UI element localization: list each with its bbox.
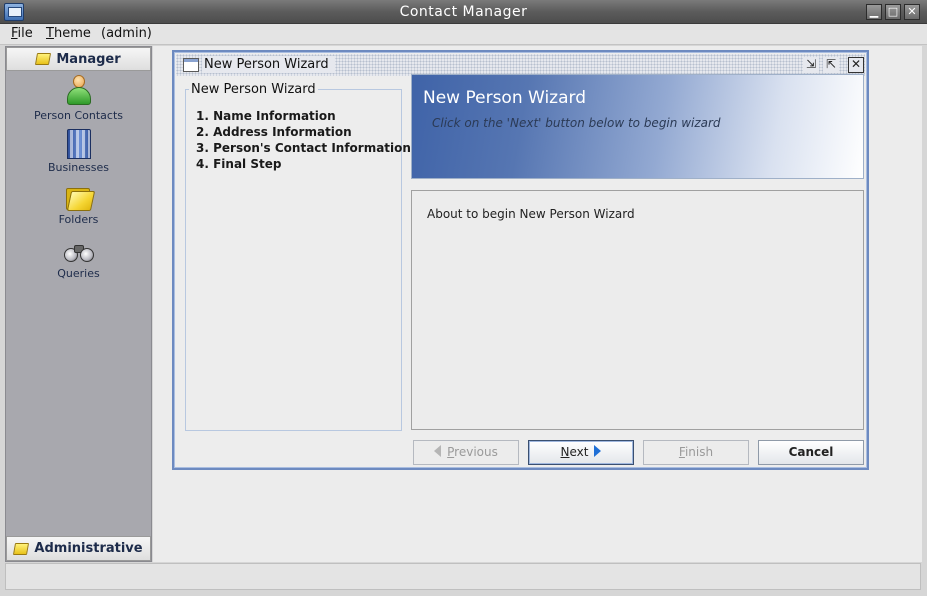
finish-button[interactable]: Finish [643,440,749,465]
wizard-step: 4. Final Step [196,157,282,171]
sidebar-footer-label: Administrative [34,541,143,556]
menu-theme-label: heme [53,26,91,41]
window-titlebar[interactable]: Contact Manager ▁ □ ✕ [0,0,927,24]
next-button[interactable]: Next [528,440,634,465]
menu-user[interactable]: (admin) [101,26,152,41]
menu-bar: File Theme (admin) [0,24,927,45]
window-title: Contact Manager [399,4,528,20]
minimize-icon[interactable]: ⇲ [803,57,819,73]
window-icon [183,58,199,72]
minimize-button[interactable]: ▁ [866,4,882,20]
previous-label: revious [454,445,498,459]
sidebar: Manager Person Contacts Businesses Folde… [5,46,152,562]
finish-label: inish [684,445,714,459]
wizard-step: 2. Address Information [196,125,352,139]
internal-frame-titlebar[interactable]: New Person Wizard ⇲ ⇱ ✕ [176,54,865,76]
close-icon[interactable]: ✕ [848,57,864,73]
sidebar-item-queries[interactable]: Queries [6,243,151,280]
building-icon [66,129,91,159]
sidebar-footer-administrative[interactable]: Administrative [6,536,151,561]
menu-file-label: ile [17,26,33,41]
maximize-icon[interactable]: ⇱ [823,57,839,73]
wizard-step: 3. Person's Contact Information [196,141,411,155]
next-mnemonic: N [560,445,570,459]
menu-theme-mnemonic: T [46,26,54,41]
sidebar-item-folders[interactable]: Folders [6,185,151,226]
sidebar-item-label: Folders [58,213,99,226]
wizard-step: 1. Name Information [196,109,336,123]
folder-icon [13,542,30,555]
folder-icon [35,53,52,65]
folder-icon [64,185,95,211]
status-bar [5,563,921,590]
wizard-steps-title: New Person Wizard [189,82,318,97]
wizard-banner-title: New Person Wizard [423,88,586,108]
wizard-body-text: About to begin New Person Wizard [427,207,635,221]
cancel-button[interactable]: Cancel [758,440,864,465]
menu-theme[interactable]: Theme [46,26,91,41]
maximize-button[interactable]: □ [885,4,901,20]
internal-frame-title: New Person Wizard [202,56,335,73]
wizard-banner-subtitle: Click on the 'Next' button below to begi… [432,116,721,130]
next-label: ext [569,445,589,459]
sidebar-item-label: Queries [57,267,100,280]
previous-button[interactable]: Previous [413,440,519,465]
sidebar-header-manager[interactable]: Manager [6,47,151,71]
close-button[interactable]: ✕ [904,4,920,20]
binoculars-icon [63,243,95,265]
arrow-left-icon [434,445,442,457]
sidebar-header-label: Manager [56,51,121,67]
sidebar-item-businesses[interactable]: Businesses [6,129,151,174]
wizard-body-panel [411,190,864,430]
sidebar-item-person-contacts[interactable]: Person Contacts [6,75,151,122]
person-icon [65,75,93,107]
sidebar-item-label: Businesses [47,161,109,174]
sidebar-item-label: Person Contacts [34,109,123,122]
frame-edge-bottom [0,591,927,596]
arrow-right-icon [594,445,602,457]
menu-file[interactable]: File [11,26,33,41]
